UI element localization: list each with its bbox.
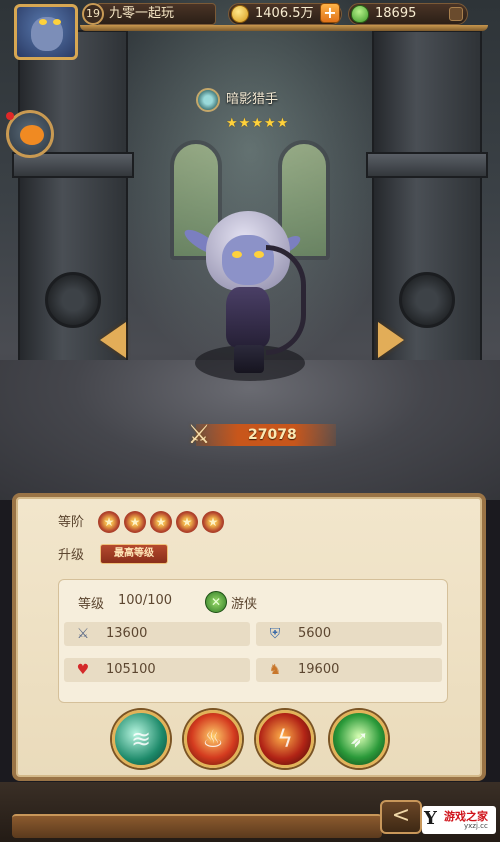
skill-4-button[interactable]: ➶ bbox=[330, 710, 388, 768]
defense-value: 5600 bbox=[298, 626, 332, 641]
combat-power-value: 27078 bbox=[248, 427, 297, 443]
crossed-swords-icon: ⚔ bbox=[187, 420, 211, 450]
coin-icon bbox=[231, 5, 249, 23]
star-icon: ★ bbox=[238, 116, 251, 131]
rank-star-icon: ★ bbox=[124, 511, 146, 533]
gem-counter: 18695 bbox=[348, 3, 468, 25]
next-hero-arrow[interactable] bbox=[378, 322, 404, 358]
ranger-icon: ✕ bbox=[205, 591, 227, 613]
max-level-badge: 最高等级 bbox=[100, 544, 168, 564]
top-bar: 九零一起玩 19 1406.5万 + 18695 bbox=[0, 0, 500, 60]
wind-slash-icon: ≋ bbox=[130, 725, 152, 753]
level-value: 100/100 bbox=[118, 593, 173, 608]
green-arrow-icon: ➶ bbox=[348, 725, 370, 753]
skill-2-button[interactable]: ♨ bbox=[184, 710, 242, 768]
skill-1-button[interactable]: ≋ bbox=[112, 710, 170, 768]
player-name-bar: 九零一起玩 bbox=[96, 3, 216, 25]
previous-hero-arrow[interactable] bbox=[100, 322, 126, 358]
add-gold-button[interactable]: + bbox=[320, 3, 340, 23]
bottom-frame bbox=[12, 814, 382, 838]
boot-icon: ♞ bbox=[268, 662, 282, 678]
gold-amount: 1406.5万 bbox=[255, 6, 314, 21]
rank-star-icon: ★ bbox=[202, 511, 224, 533]
gem-amount: 18695 bbox=[375, 6, 417, 21]
star-icon: ★ bbox=[251, 116, 263, 131]
star-icon: ★ bbox=[226, 116, 238, 131]
rank-star-icon: ★ bbox=[176, 511, 198, 533]
defense-stat: ⛨ 5600 bbox=[256, 622, 442, 646]
shield-icon: ⛨ bbox=[269, 626, 281, 642]
rank-label: 等阶 bbox=[58, 515, 85, 530]
attack-value: 13600 bbox=[106, 626, 148, 641]
rank-star-icon: ★ bbox=[150, 511, 172, 533]
star-icon: ★ bbox=[263, 116, 276, 131]
attack-stat: ⚔ 13600 bbox=[64, 622, 250, 646]
class-name: 游侠 bbox=[231, 597, 258, 612]
speed-stat: ♞ 19600 bbox=[256, 658, 442, 682]
star-icon: ★ bbox=[276, 116, 289, 131]
flame-strike-icon: ϟ bbox=[277, 725, 293, 753]
fire-warrior-icon: ♨ bbox=[202, 725, 224, 753]
back-button[interactable]: < bbox=[380, 800, 422, 834]
combat-power-bar: 27078 bbox=[196, 424, 336, 446]
pet-icon bbox=[20, 125, 44, 145]
hero-star-rating: ★ ★ ★ ★ ★ bbox=[226, 116, 288, 131]
player-name: 九零一起玩 bbox=[109, 6, 175, 21]
skull-icon bbox=[196, 88, 220, 112]
sword-icon: ⚔ bbox=[76, 626, 90, 642]
site-watermark: Y 游戏之家 yxzj.cc bbox=[422, 806, 496, 834]
top-frame bbox=[80, 25, 488, 31]
rank-stars: ★ ★ ★ ★ ★ bbox=[98, 511, 224, 533]
notification-dot bbox=[6, 112, 14, 120]
watermark-url: yxzj.cc bbox=[464, 822, 488, 830]
hero-name: 暗影猎手 bbox=[226, 92, 279, 107]
player-avatar[interactable] bbox=[14, 4, 78, 60]
gem-icon bbox=[351, 5, 369, 23]
watermark-logo: Y bbox=[424, 808, 437, 829]
hero-character[interactable] bbox=[181, 205, 308, 375]
rank-star-icon: ★ bbox=[98, 511, 120, 533]
upgrade-label: 升级 bbox=[58, 548, 85, 563]
player-level-badge: 19 bbox=[82, 3, 104, 25]
hp-stat: ♥ 105100 bbox=[64, 658, 250, 682]
gem-add-icon[interactable] bbox=[449, 7, 463, 21]
speed-value: 19600 bbox=[298, 662, 340, 677]
hp-value: 105100 bbox=[106, 662, 156, 677]
hero-name-label: 暗影猎手 bbox=[196, 88, 278, 112]
skill-3-button[interactable]: ϟ bbox=[256, 710, 314, 768]
level-label: 等级 bbox=[78, 597, 105, 612]
heart-icon: ♥ bbox=[76, 662, 90, 678]
